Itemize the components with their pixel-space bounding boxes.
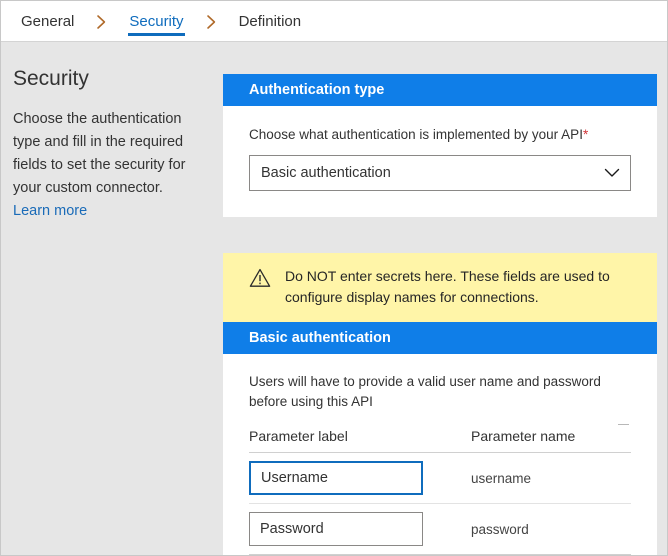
column-header-parameter-name: Parameter name: [471, 428, 576, 444]
page-title: Security: [13, 67, 89, 90]
collapsed-column-dash-icon: [618, 424, 629, 425]
required-asterisk: *: [582, 127, 589, 142]
breadcrumb-separator-2: [190, 1, 233, 42]
chevron-right-icon: [96, 14, 107, 30]
learn-more-link[interactable]: Learn more: [13, 200, 87, 223]
wizard-breadcrumb: General Security Definition: [1, 1, 667, 42]
basic-auth-help-text: Users will have to provide a valid user …: [249, 374, 601, 409]
basic-authentication-header: Basic authentication: [223, 322, 657, 354]
username-parameter-label-input[interactable]: [249, 461, 423, 495]
tab-general[interactable]: General: [15, 1, 80, 42]
custom-connector-security-page: General Security Definition Security Cho…: [0, 0, 668, 556]
auth-type-field-label: Choose what authentication is implemente…: [249, 126, 631, 144]
warning-triangle-icon: [249, 268, 271, 288]
authentication-type-dropdown[interactable]: Basic authentication: [249, 155, 631, 191]
parameters-table: Parameter label Parameter name username …: [249, 424, 631, 555]
password-parameter-label-input[interactable]: [249, 512, 423, 546]
security-description-pane: Security Choose the authentication type …: [1, 42, 209, 555]
secrets-warning-banner: Do NOT enter secrets here. These fields …: [223, 253, 657, 322]
table-row: username: [249, 453, 631, 504]
chevron-right-icon: [206, 14, 217, 30]
tab-definition-label: Definition: [238, 13, 302, 30]
column-header-parameter-label: Parameter label: [249, 428, 348, 444]
authentication-type-selected-value: Basic authentication: [261, 165, 391, 181]
table-row: password: [249, 504, 631, 555]
authentication-type-header: Authentication type: [223, 74, 657, 106]
page-description: Choose the authentication type and fill …: [13, 111, 186, 196]
tab-security-label: Security: [129, 13, 184, 30]
authentication-type-panel: Authentication type Choose what authenti…: [223, 74, 657, 217]
auth-type-field-label-text: Choose what authentication is implemente…: [249, 127, 583, 142]
parameters-table-header: Parameter label Parameter name: [249, 424, 631, 453]
tab-security[interactable]: Security: [123, 1, 189, 42]
password-parameter-name: password: [471, 521, 529, 537]
breadcrumb-separator-1: [80, 1, 123, 42]
username-parameter-name: username: [471, 470, 532, 486]
tab-general-label: General: [21, 13, 75, 30]
chevron-down-icon: [604, 168, 620, 178]
secrets-warning-text: Do NOT enter secrets here. These fields …: [285, 268, 610, 305]
tab-definition[interactable]: Definition: [233, 1, 308, 42]
basic-authentication-panel: Basic authentication Users will have to …: [223, 322, 657, 555]
security-content: Authentication type Choose what authenti…: [223, 42, 657, 555]
